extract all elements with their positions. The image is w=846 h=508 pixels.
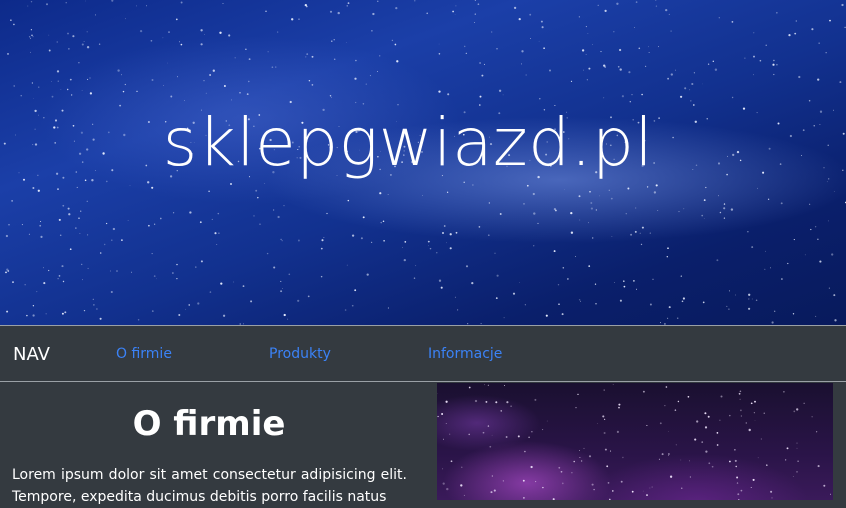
galaxy-image <box>437 383 833 500</box>
navbar: NAV O firmie Produkty Informacje <box>0 325 846 382</box>
galaxy-stars <box>437 383 833 500</box>
nav-brand[interactable]: NAV <box>13 344 50 365</box>
nav-link-produkty[interactable]: Produkty <box>269 346 331 362</box>
site-title: sklepgwiazd.pl <box>0 104 846 181</box>
nav-link-o-firmie[interactable]: O firmie <box>116 346 172 362</box>
nav-link-informacje[interactable]: Informacje <box>428 346 502 362</box>
section-heading: O firmie <box>0 404 418 444</box>
hero-banner: sklepgwiazd.pl <box>0 0 846 325</box>
section-paragraph: Lorem ipsum dolor sit amet consectetur a… <box>12 464 407 508</box>
